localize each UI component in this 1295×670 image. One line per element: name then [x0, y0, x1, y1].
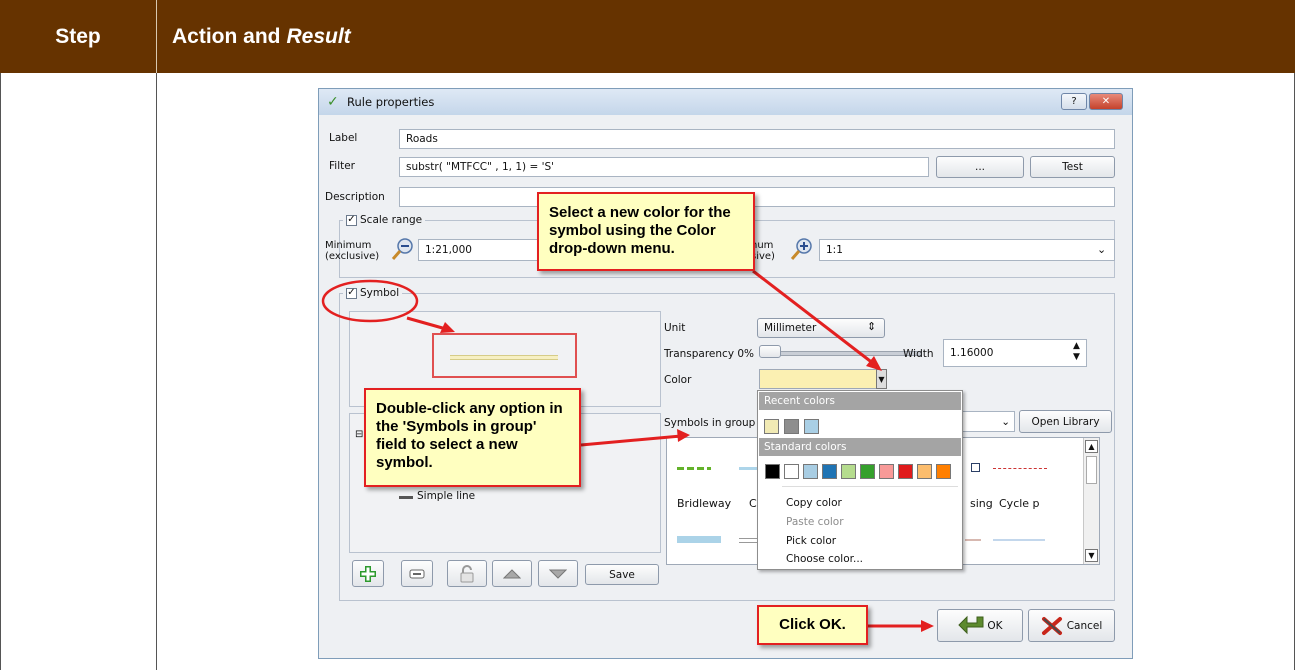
- color-tip-callout: Select a new color for the symbol using …: [537, 192, 755, 271]
- symbols-arrow-line: [580, 434, 682, 447]
- symbols-tip-callout: Double-click any option in the 'Symbols …: [364, 388, 581, 487]
- symbol-highlight-ellipse: [321, 279, 419, 323]
- ok-tip-callout: Click OK.: [757, 605, 868, 645]
- ok-arrow-head: [921, 620, 934, 632]
- preview-highlight-box: [432, 333, 577, 378]
- symbols-arrow-head: [677, 429, 690, 442]
- color-arrow-line: [752, 269, 875, 366]
- annotation-arrows: [321, 269, 934, 632]
- symbol-arrow-line: [406, 316, 447, 331]
